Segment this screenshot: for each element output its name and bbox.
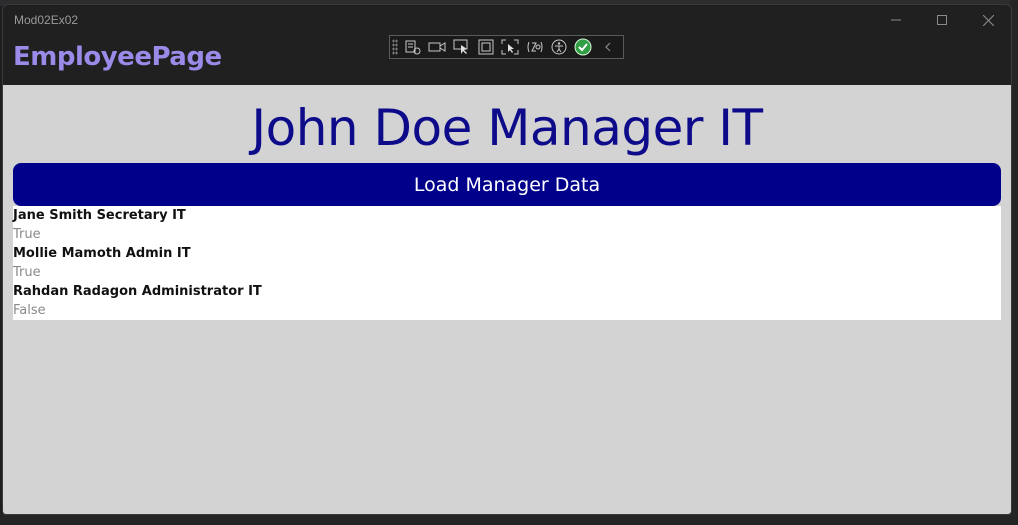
- employee-status: True: [13, 265, 41, 280]
- list-item[interactable]: Rahdan Radagon Administrator IT False: [13, 282, 1001, 320]
- list-item[interactable]: Jane Smith Secretary IT True: [13, 206, 1001, 244]
- maximize-button[interactable]: [919, 5, 965, 35]
- employee-name: Jane Smith Secretary IT: [13, 208, 186, 223]
- app-window: Mod02Ex02 EmployeePage John Doe Manager …: [2, 4, 1012, 515]
- collapse-icon: [604, 42, 611, 52]
- live-visual-tree-icon: [405, 40, 421, 55]
- select-element-icon: [453, 39, 468, 54]
- track-focus-button[interactable]: [499, 36, 521, 58]
- layout-adorners-button[interactable]: [475, 36, 497, 58]
- page-content: John Doe Manager IT Load Manager Data Ja…: [3, 85, 1011, 514]
- close-button[interactable]: [965, 5, 1011, 35]
- load-manager-data-button[interactable]: Load Manager Data: [13, 163, 1001, 206]
- live-visual-tree-button[interactable]: [402, 36, 424, 58]
- window-title: Mod02Ex02: [14, 13, 79, 27]
- maximize-icon: [937, 15, 947, 25]
- close-icon: [982, 14, 994, 26]
- binding-failures-button[interactable]: [572, 36, 594, 58]
- binding-check-icon: [574, 38, 592, 56]
- employee-list: Jane Smith Secretary IT True Mollie Mamo…: [13, 206, 1001, 320]
- track-focus-icon: [501, 39, 519, 55]
- xaml-debug-toolbar: [389, 35, 624, 59]
- toolbar-grip-icon[interactable]: [392, 39, 398, 55]
- window-controls: [873, 5, 1011, 35]
- page-title: EmployeePage: [13, 42, 222, 72]
- accessibility-icon: [551, 39, 567, 55]
- employee-name: Mollie Mamoth Admin IT: [13, 246, 191, 261]
- employee-name: Rahdan Radagon Administrator IT: [13, 284, 262, 299]
- title-bar[interactable]: Mod02Ex02: [3, 5, 1011, 35]
- list-item[interactable]: Mollie Mamoth Admin IT True: [13, 244, 1001, 282]
- record-icon: [428, 42, 446, 52]
- manager-title: John Doe Manager IT: [251, 99, 763, 157]
- employee-status: False: [13, 303, 46, 318]
- minimize-button[interactable]: [873, 5, 919, 35]
- select-element-button[interactable]: [450, 36, 472, 58]
- minimize-icon: [891, 19, 901, 21]
- accessibility-button[interactable]: [548, 36, 570, 58]
- app-header: EmployeePage: [3, 35, 1011, 85]
- collapse-toolbar-button[interactable]: [597, 36, 619, 58]
- display-layout-adorners-icon: [478, 39, 494, 55]
- hot-reload-icon: [527, 41, 543, 53]
- employee-status: True: [13, 227, 41, 242]
- record-button[interactable]: [426, 36, 448, 58]
- hot-reload-button[interactable]: [523, 36, 545, 58]
